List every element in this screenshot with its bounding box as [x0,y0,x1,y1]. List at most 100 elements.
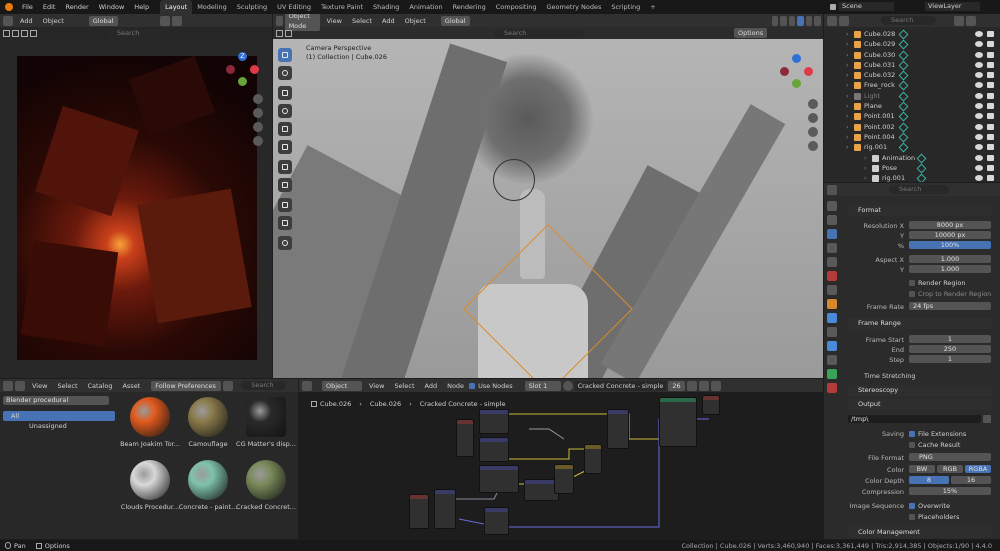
image-editor-search[interactable]: Search [107,28,162,38]
render-region-checkbox[interactable] [909,280,915,286]
visibility-eye-icon[interactable] [975,154,983,161]
vp-zoom-icon[interactable] [808,99,818,109]
ortho-icon[interactable] [253,136,263,146]
outliner-row[interactable]: › Point.004 [824,132,1000,143]
expand-arrow-icon[interactable]: › [864,163,867,173]
node-voronoi[interactable] [479,465,519,493]
node-mix-2[interactable] [584,444,602,474]
expand-arrow-icon[interactable]: › [846,50,849,60]
scene-tab-icon[interactable] [827,257,837,267]
tab-rendering[interactable]: Rendering [448,0,491,14]
viewport-3d[interactable]: Object Mode View Select Add Object Globa… [273,14,823,378]
visibility-eye-icon[interactable] [975,41,983,48]
visibility-eye-icon[interactable] [975,164,983,171]
format-panel-header[interactable]: Format [848,205,992,216]
measure-tool[interactable] [278,178,292,192]
gizmo-neg-x-dot[interactable] [226,65,235,74]
crop-checkbox[interactable] [909,291,915,297]
mode-selector[interactable]: Object Mode [284,14,320,31]
annotate-tool[interactable] [278,160,292,174]
status-options[interactable]: Options [45,542,70,550]
asset-editor-icon[interactable] [3,380,13,391]
ab-menu-view[interactable]: View [32,382,47,390]
file-extensions-row[interactable]: File Extensions [909,430,966,438]
visibility-eye-icon[interactable] [975,123,983,130]
render-camera-icon[interactable] [987,92,994,99]
cache-result-row[interactable]: Cache Result [909,441,960,449]
res-y-field[interactable]: 10000 px [909,231,991,239]
vp-gizmo-neg-x[interactable] [780,67,789,76]
outliner-row[interactable]: › Cube.029 [824,39,1000,50]
blender-logo[interactable] [5,3,13,11]
filter-icon[interactable] [954,15,964,26]
properties-search[interactable]: Search [889,185,949,194]
render-camera-icon[interactable] [987,82,994,89]
tab-geometry-nodes[interactable]: Geometry Nodes [542,0,607,14]
mode-icon-3[interactable] [30,29,37,37]
tab-compositing[interactable]: Compositing [491,0,542,14]
render-camera-icon[interactable] [987,154,994,161]
transform-tool[interactable] [278,140,292,154]
outliner-row[interactable]: › Light [824,91,1000,102]
tab-scripting[interactable]: Scripting [606,0,645,14]
vp-menu-object[interactable]: Object [405,17,426,25]
color-management-panel-header[interactable]: Color Management [848,527,992,538]
asset-item[interactable]: Clouds Procedur... [120,460,180,511]
data-tab-icon[interactable] [827,369,837,379]
node-mapping[interactable] [479,409,509,434]
add-workspace-button[interactable]: + [645,0,660,14]
node-math[interactable] [434,489,456,529]
rotate-tool[interactable] [278,104,292,118]
render-camera-icon[interactable] [987,72,994,79]
depth-16[interactable]: 16 [951,476,991,484]
expand-arrow-icon[interactable]: › [846,80,849,90]
vp-gizmo-x[interactable] [804,67,813,76]
outliner-row[interactable]: › Cube.028 [824,29,1000,40]
material-tab-icon[interactable] [827,383,837,393]
color-rgb[interactable]: RGB [937,465,963,473]
curve-tool[interactable] [278,236,292,250]
visibility-eye-icon[interactable] [975,61,983,68]
catalog-unassigned[interactable]: Unassigned [3,421,120,432]
node-principled-bsdf[interactable] [659,397,697,447]
tab-animation[interactable]: Animation [404,0,447,14]
visibility-eye-icon[interactable] [975,144,983,151]
tab-sculpting[interactable]: Sculpting [232,0,272,14]
placeholders-checkbox[interactable] [909,514,915,520]
constraints-tab-icon[interactable] [827,355,837,365]
zoom-icon[interactable] [253,94,263,104]
new-collection-icon[interactable] [966,15,976,26]
asset-item[interactable]: Camouflage [178,397,238,448]
outliner-row[interactable]: › Pose [824,163,1000,174]
shading-render-icon[interactable] [814,15,821,26]
visibility-eye-icon[interactable] [975,31,983,37]
aspect-x-field[interactable]: 1.000 [909,255,991,263]
visibility-eye-icon[interactable] [975,72,983,79]
select-box-icon[interactable] [3,29,10,37]
viewport-editor-icon[interactable] [276,15,283,26]
viewport-search[interactable]: Search [494,28,584,38]
sidebar-toggle-icon[interactable] [15,380,25,391]
vp-gizmo-z[interactable] [792,54,801,63]
transform-orientation[interactable]: Global [88,15,118,26]
visibility-eye-icon[interactable] [975,175,983,182]
library-selector[interactable]: Follow Preferences [151,380,222,391]
overwrite-checkbox[interactable] [909,503,915,509]
asset-search[interactable]: Search [241,381,287,390]
outliner-row[interactable]: › Cube.030 [824,50,1000,61]
physics-tab-icon[interactable] [827,341,837,351]
menu-help[interactable]: Help [129,0,154,14]
add-cube-tool[interactable] [278,198,292,212]
outliner-row[interactable]: › Animation [824,153,1000,164]
tab-shading[interactable]: Shading [368,0,404,14]
snap-icon[interactable] [159,15,170,26]
catalog-selector[interactable]: Blender procedural [3,396,109,405]
render-camera-icon[interactable] [987,103,994,110]
vp-menu-select[interactable]: Select [352,17,372,25]
shading-solid-icon[interactable] [797,15,804,26]
outliner-display-icon[interactable] [839,15,849,26]
expand-arrow-icon[interactable]: › [846,29,849,39]
ab-menu-asset[interactable]: Asset [122,382,140,390]
expand-arrow-icon[interactable]: › [846,101,849,111]
outliner-row[interactable]: › Point.001 [824,111,1000,122]
